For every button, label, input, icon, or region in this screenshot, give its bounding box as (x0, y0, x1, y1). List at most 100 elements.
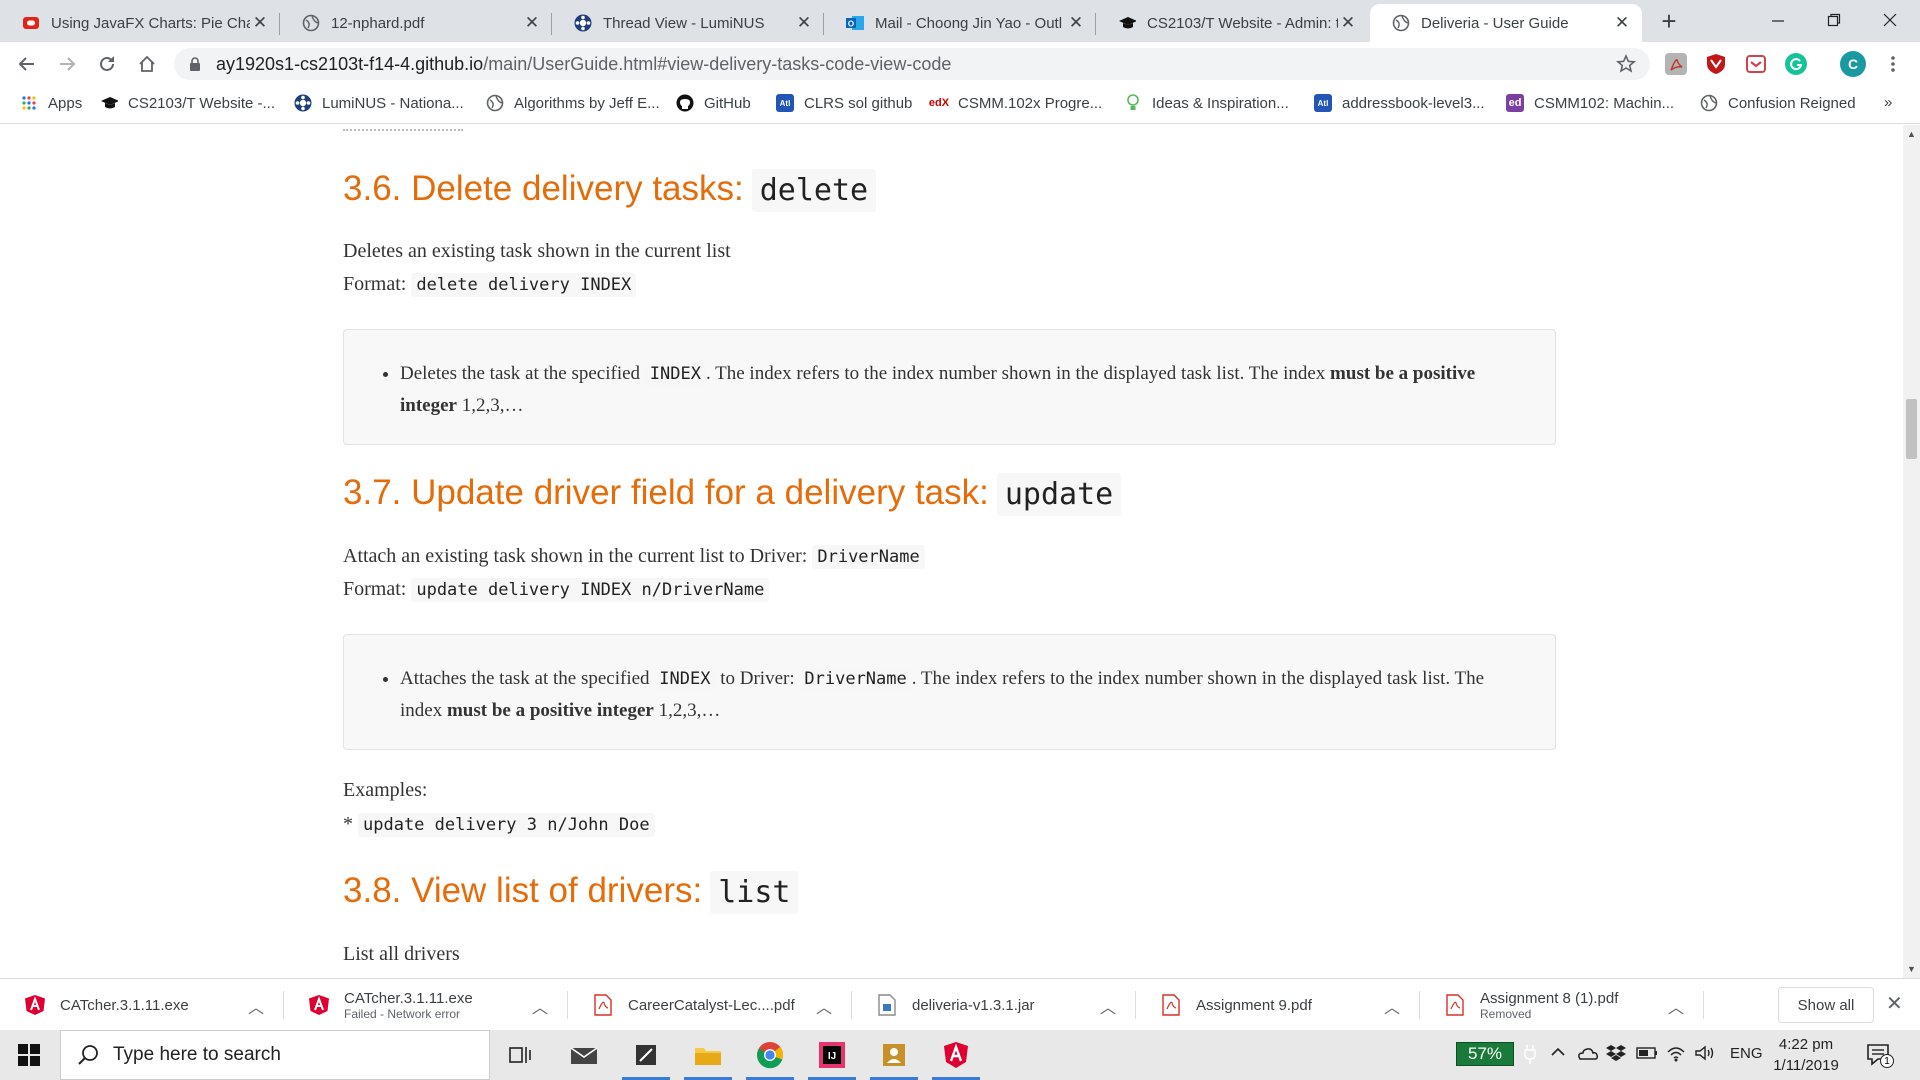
chevron-up-icon[interactable] (1550, 1044, 1566, 1065)
search-icon (78, 1045, 98, 1065)
profile-avatar[interactable]: C (1840, 51, 1866, 77)
example-line: * update delivery 3 n/John Doe (343, 813, 655, 837)
taskbar-catcher-app[interactable] (926, 1030, 986, 1080)
show-all-downloads-button[interactable]: Show all (1778, 987, 1874, 1023)
tab-luminus-thread[interactable]: Thread View - LumiNUS ✕ (552, 4, 824, 42)
chevron-up-icon[interactable]: ︿ (816, 994, 832, 1018)
battery-percentage-badge[interactable]: 57% (1456, 1042, 1514, 1066)
vertical-scrollbar[interactable]: ▲ ▼ (1903, 125, 1920, 978)
bookmark-apps[interactable]: Apps (20, 94, 82, 112)
taskbar-file-explorer[interactable] (678, 1030, 738, 1080)
mcafee-shield-icon[interactable] (1705, 53, 1727, 75)
download-text: deliveria-v1.3.1.jar (912, 997, 1035, 1014)
battery-icon[interactable] (1636, 1044, 1658, 1065)
taskbar-search-box[interactable]: Type here to search (60, 1030, 490, 1080)
download-name: Assignment 9.pdf (1196, 996, 1312, 1014)
taskbar-contacts-app[interactable] (864, 1030, 924, 1080)
pocket-extension-icon[interactable] (1745, 53, 1767, 75)
home-button[interactable] (132, 49, 162, 79)
tab-deliveria-user-guide[interactable]: Deliveria - User Guide ✕ (1370, 4, 1642, 42)
close-icon[interactable]: ✕ (522, 13, 542, 33)
luminus-icon (294, 94, 312, 112)
arrow-left-icon (18, 57, 34, 71)
search-placeholder: Type here to search (113, 1044, 281, 1065)
download-item[interactable]: CATcher.3.1.11.exe ︿ (0, 979, 284, 1031)
close-icon[interactable]: ✕ (794, 13, 814, 33)
close-icon[interactable]: ✕ (250, 13, 270, 33)
bookmark-ideas[interactable]: Ideas & Inspiration... (1124, 94, 1289, 112)
note-text: 1,2,3,… (461, 395, 524, 416)
atlassian-icon: Atl (1314, 94, 1332, 112)
tab-nphard-pdf[interactable]: 12-nphard.pdf ✕ (280, 4, 552, 42)
tab-outlook-mail[interactable]: O Mail - Choong Jin Yao - Outl ✕ (824, 4, 1096, 42)
bookmark-star-icon[interactable] (1616, 54, 1636, 79)
intellij-icon: IJ (819, 1042, 845, 1068)
close-icon[interactable]: ✕ (1338, 13, 1358, 33)
input-language-indicator[interactable]: ENG (1730, 1045, 1763, 1062)
section-description: Attach an existing task shown in the cur… (343, 545, 925, 569)
power-plug-icon[interactable] (1524, 1044, 1536, 1069)
bookmark-confusion-reigned[interactable]: Confusion Reigned (1700, 94, 1856, 112)
bookmark-csmm102x[interactable]: edX CSMM.102x Progre... (929, 94, 1102, 112)
new-tab-button[interactable]: + (1654, 6, 1684, 36)
bookmark-algorithms[interactable]: Algorithms by Jeff E... (486, 94, 660, 112)
action-center-button[interactable]: 1 (1866, 1042, 1894, 1073)
chevron-up-icon[interactable]: ︿ (1384, 994, 1400, 1018)
scroll-down-icon[interactable]: ▼ (1907, 964, 1916, 974)
browser-menu-button[interactable] (1878, 49, 1908, 79)
system-clock[interactable]: 4:22 pm 1/11/2019 (1768, 1034, 1844, 1076)
address-bar[interactable]: ay1920s1-cs2103t-f14-4.github.io /main/U… (174, 48, 1650, 80)
restore-button[interactable] (1806, 0, 1862, 40)
bookmark-clrs-sol[interactable]: Atl CLRS sol github (776, 94, 912, 112)
back-button[interactable] (12, 49, 42, 79)
close-icon[interactable]: ✕ (1066, 13, 1086, 33)
chevron-up-icon[interactable]: ︿ (1668, 994, 1684, 1018)
onedrive-icon[interactable] (1576, 1044, 1598, 1067)
taskbar-notepad-app[interactable] (616, 1030, 676, 1080)
bookmark-addressbook[interactable]: Atl addressbook-level3... (1314, 94, 1485, 112)
chevron-up-icon[interactable]: ︿ (248, 994, 264, 1018)
svg-text:O: O (848, 20, 854, 29)
grammarly-icon[interactable] (1785, 53, 1807, 75)
start-button[interactable] (0, 1030, 58, 1080)
url-path: /main/UserGuide.html#view-delivery-tasks… (483, 53, 952, 74)
bookmarks-overflow-button[interactable]: » (1884, 94, 1892, 111)
download-item[interactable]: CATcher.3.1.11.exe Failed - Network erro… (284, 979, 568, 1031)
bookmark-luminus[interactable]: LumiNUS - Nationa... (294, 94, 464, 112)
task-view-button[interactable] (490, 1030, 550, 1080)
pdf-icon (1444, 994, 1466, 1016)
bookmark-csmm102-ed[interactable]: ed CSMM102: Machin... (1506, 94, 1674, 112)
download-item[interactable]: Assignment 8 (1).pdf Removed ︿ (1420, 979, 1704, 1031)
tab-javafx-charts[interactable]: Using JavaFX Charts: Pie Char ✕ (0, 4, 280, 42)
chevron-up-icon[interactable]: ︿ (532, 994, 548, 1018)
close-icon[interactable]: ✕ (1612, 13, 1632, 33)
taskbar-intellij[interactable]: IJ (802, 1030, 862, 1080)
taskbar-mail-app[interactable] (554, 1030, 614, 1080)
notepad-icon (636, 1045, 656, 1065)
pdf-extension-icon[interactable] (1665, 53, 1687, 75)
tab-cs2103-website[interactable]: CS2103/T Website - Admin: t ✕ (1096, 4, 1368, 42)
forward-button[interactable] (52, 49, 82, 79)
pdf-icon (592, 994, 614, 1016)
close-window-button[interactable] (1862, 0, 1918, 40)
dropbox-icon[interactable] (1606, 1044, 1626, 1067)
bookmark-github[interactable]: GitHub (676, 94, 751, 112)
minimize-button[interactable] (1750, 0, 1806, 40)
reload-button[interactable] (92, 49, 122, 79)
bookmark-label: addressbook-level3... (1342, 94, 1485, 112)
wifi-icon[interactable] (1666, 1044, 1686, 1067)
taskbar-chrome[interactable] (740, 1030, 800, 1080)
bookmark-label: Algorithms by Jeff E... (514, 94, 660, 112)
angular-icon (944, 1042, 968, 1068)
bookmark-cs2103-website[interactable]: CS2103/T Website -... (100, 94, 275, 112)
download-item[interactable]: CareerCatalyst-Lec....pdf ︿ (568, 979, 852, 1031)
note-text: index (400, 700, 443, 721)
chevron-up-icon[interactable]: ︿ (1100, 994, 1116, 1018)
scrollbar-thumb[interactable] (1906, 399, 1917, 459)
volume-icon[interactable] (1694, 1044, 1716, 1067)
scroll-up-icon[interactable]: ▲ (1907, 129, 1916, 139)
close-icon[interactable]: ✕ (1886, 991, 1903, 1016)
download-item[interactable]: Assignment 9.pdf ︿ (1136, 979, 1420, 1031)
download-item[interactable]: deliveria-v1.3.1.jar ︿ (852, 979, 1136, 1031)
download-name: deliveria-v1.3.1.jar (912, 996, 1035, 1014)
